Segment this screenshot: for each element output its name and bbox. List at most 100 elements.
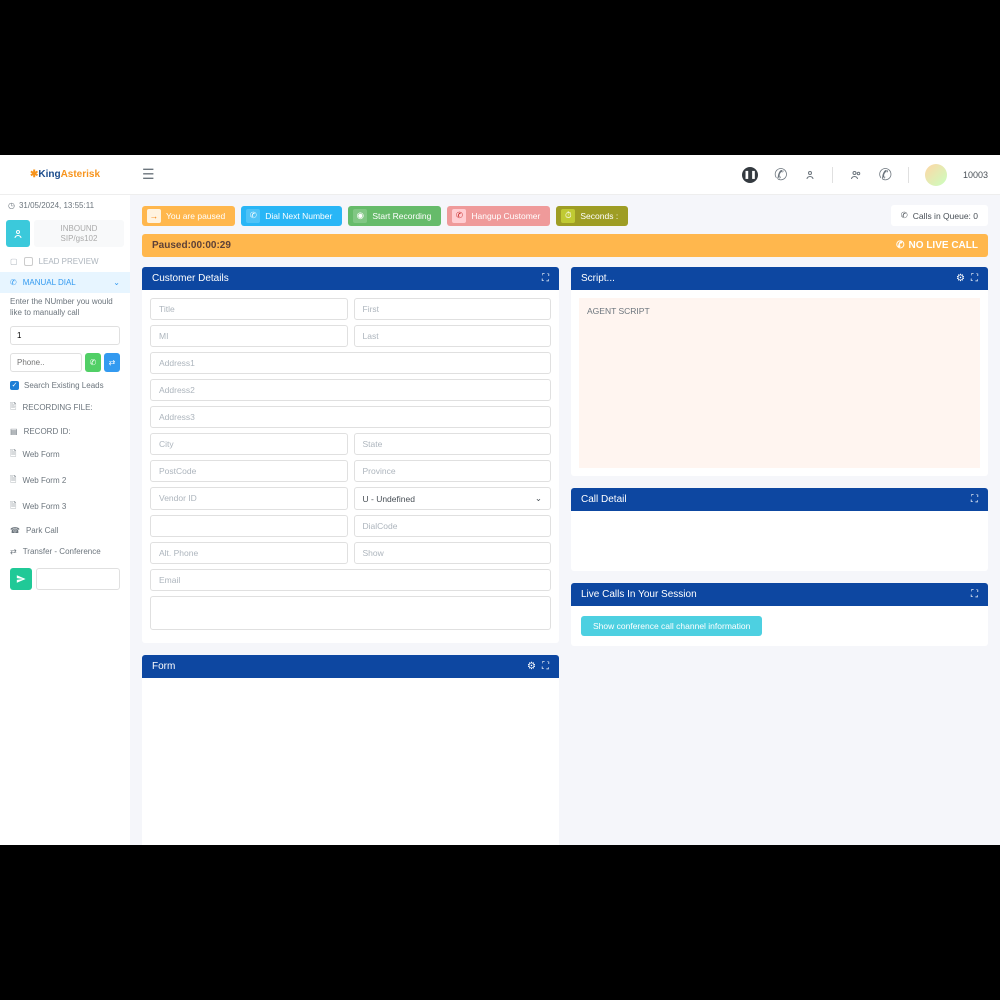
start-recording-button[interactable]: ◉Start Recording — [348, 206, 441, 226]
blank-input[interactable] — [150, 515, 348, 537]
form-icon: 🗎 — [10, 474, 16, 488]
address3-input[interactable]: Address3 — [150, 406, 551, 428]
last-input[interactable]: Last — [354, 325, 552, 347]
sidebar-webform1[interactable]: 🗎Web Form — [0, 442, 130, 468]
hangup-button[interactable]: ✆Hangup Customer — [447, 206, 550, 226]
sidebar-webform2[interactable]: 🗎Web Form 2 — [0, 468, 130, 494]
title-input[interactable]: Title — [150, 298, 348, 320]
paused-button[interactable]: →You are paused — [142, 206, 235, 226]
main: ☰ ❚❚ ✆ ✆ 10003 →You are paused ✆Dia — [130, 155, 1000, 845]
file-icon: 🖹 — [10, 401, 16, 415]
queue-badge: ✆Calls in Queue: 0 — [891, 205, 988, 226]
form-icon: 🗎 — [10, 500, 16, 514]
script-panel: Script... ⚙ ⛶ AGENT SCRIPT — [571, 267, 988, 476]
inbound-label: INBOUND — [40, 224, 118, 234]
seconds-button[interactable]: ⏱Seconds : — [556, 206, 628, 226]
mi-input[interactable]: MI — [150, 325, 348, 347]
search-leads-label: Search Existing Leads — [24, 381, 104, 390]
phone-icon: ✆ — [10, 278, 17, 287]
form-icon: 🗎 — [10, 448, 16, 462]
pause-icon[interactable]: ❚❚ — [742, 167, 758, 183]
gender-select[interactable]: U - Undefined⌄ — [354, 487, 552, 510]
logo-asterisk: Asterisk — [61, 169, 100, 180]
manual-hint: Enter the NUmber you would like to manua… — [0, 293, 130, 322]
expand-icon[interactable]: ⛶ — [542, 273, 549, 284]
group-icon[interactable] — [849, 169, 863, 181]
sidebar-park-call[interactable]: ☎Park Call — [0, 520, 130, 541]
transfer-icon: ⇄ — [10, 547, 17, 556]
first-input[interactable]: First — [354, 298, 552, 320]
send-button[interactable] — [10, 568, 32, 590]
live-calls-panel: Live Calls In Your Session ⛶ Show confer… — [571, 583, 988, 646]
inbound-status: INBOUND SIP/gs102 — [0, 216, 130, 251]
panel-title: Script... — [581, 273, 615, 284]
action-row: →You are paused ✆Dial Next Number ◉Start… — [142, 205, 988, 226]
customer-details-panel: Customer Details ⛶ Title First MI Last — [142, 267, 559, 643]
expand-icon[interactable]: ⛶ — [971, 494, 978, 505]
status-left: Paused:00:00:29 — [152, 240, 231, 251]
sidebar-manual-dial[interactable]: ✆ MANUAL DIAL ⌄ — [0, 272, 130, 293]
phone-icon: ✆ — [901, 210, 908, 221]
phone-input[interactable] — [10, 353, 82, 372]
gear-icon[interactable]: ⚙ — [956, 273, 965, 284]
transfer-button[interactable]: ⇄ — [104, 353, 120, 372]
chevron-down-icon: ⌄ — [113, 278, 120, 287]
city-input[interactable]: City — [150, 433, 348, 455]
call-in-icon[interactable]: ✆ — [879, 165, 892, 185]
avatar[interactable] — [925, 164, 947, 186]
park-icon: ☎ — [10, 526, 20, 535]
panel-title: Live Calls In Your Session — [581, 589, 697, 600]
show-conference-button[interactable]: Show conference call channel information — [581, 616, 762, 636]
topbar: ☰ ❚❚ ✆ ✆ 10003 — [130, 155, 1000, 195]
email-input[interactable]: Email — [150, 569, 551, 591]
send-box[interactable] — [36, 568, 120, 590]
dial-button[interactable]: ✆ — [85, 353, 101, 372]
gear-icon[interactable]: ⚙ — [527, 661, 536, 672]
province-input[interactable]: Province — [354, 460, 552, 482]
inbound-sub: SIP/gs102 — [40, 234, 118, 244]
sidebar-webform3[interactable]: 🗎Web Form 3 — [0, 494, 130, 520]
chevron-down-icon: ⌄ — [535, 493, 542, 504]
panel-title: Form — [152, 661, 175, 672]
sidebar-record-id[interactable]: ▤RECORD ID: — [0, 421, 130, 442]
notes-textarea[interactable] — [150, 596, 551, 630]
clock-icon: ◷ — [8, 201, 15, 210]
phone-icon[interactable]: ✆ — [774, 165, 787, 185]
status-right: ✆ NO LIVE CALL — [896, 240, 978, 251]
manual-dial-label: MANUAL DIAL — [23, 278, 76, 287]
status-bar: Paused:00:00:29 ✆ NO LIVE CALL — [142, 234, 988, 257]
search-leads-row[interactable]: ✓ Search Existing Leads — [0, 376, 130, 395]
checkbox-checked-icon[interactable]: ✓ — [10, 381, 19, 390]
script-content: AGENT SCRIPT — [579, 298, 980, 468]
doc-icon: ▢ — [10, 257, 18, 266]
dialcode-input[interactable]: DialCode — [354, 515, 552, 537]
address2-input[interactable]: Address2 — [150, 379, 551, 401]
logo: ✱KingAsterisk — [0, 155, 130, 195]
form-panel: Form ⚙ ⛶ — [142, 655, 559, 845]
datetime-text: 31/05/2024, 13:55:11 — [19, 201, 94, 210]
address1-input[interactable]: Address1 — [150, 352, 551, 374]
sidebar-transfer[interactable]: ⇄Transfer - Conference — [0, 541, 130, 562]
dial-next-button[interactable]: ✆Dial Next Number — [241, 206, 342, 226]
sidebar-recording-file[interactable]: 🖹RECORDING FILE: — [0, 395, 130, 421]
logo-king: King — [38, 169, 60, 180]
menu-icon[interactable]: ☰ — [142, 166, 155, 183]
user-id: 10003 — [963, 170, 988, 180]
altphone-input[interactable]: Alt. Phone — [150, 542, 348, 564]
vendor-input[interactable]: Vendor ID — [150, 487, 348, 510]
datetime: ◷ 31/05/2024, 13:55:11 — [0, 195, 130, 216]
state-input[interactable]: State — [354, 433, 552, 455]
panel-title: Customer Details — [152, 273, 229, 284]
expand-icon[interactable]: ⛶ — [542, 661, 549, 672]
postcode-input[interactable]: PostCode — [150, 460, 348, 482]
manual-number-input[interactable] — [10, 326, 120, 345]
lead-preview-label: LEAD PREVIEW — [39, 257, 99, 266]
checkbox-icon[interactable] — [24, 257, 33, 266]
agent-icon — [6, 220, 30, 247]
expand-icon[interactable]: ⛶ — [971, 273, 978, 284]
sidebar: ✱KingAsterisk ◷ 31/05/2024, 13:55:11 INB… — [0, 155, 130, 845]
expand-icon[interactable]: ⛶ — [971, 589, 978, 600]
user-icon[interactable] — [804, 169, 816, 181]
sidebar-lead-preview[interactable]: ▢ LEAD PREVIEW — [0, 251, 130, 272]
show-input[interactable]: Show — [354, 542, 552, 564]
